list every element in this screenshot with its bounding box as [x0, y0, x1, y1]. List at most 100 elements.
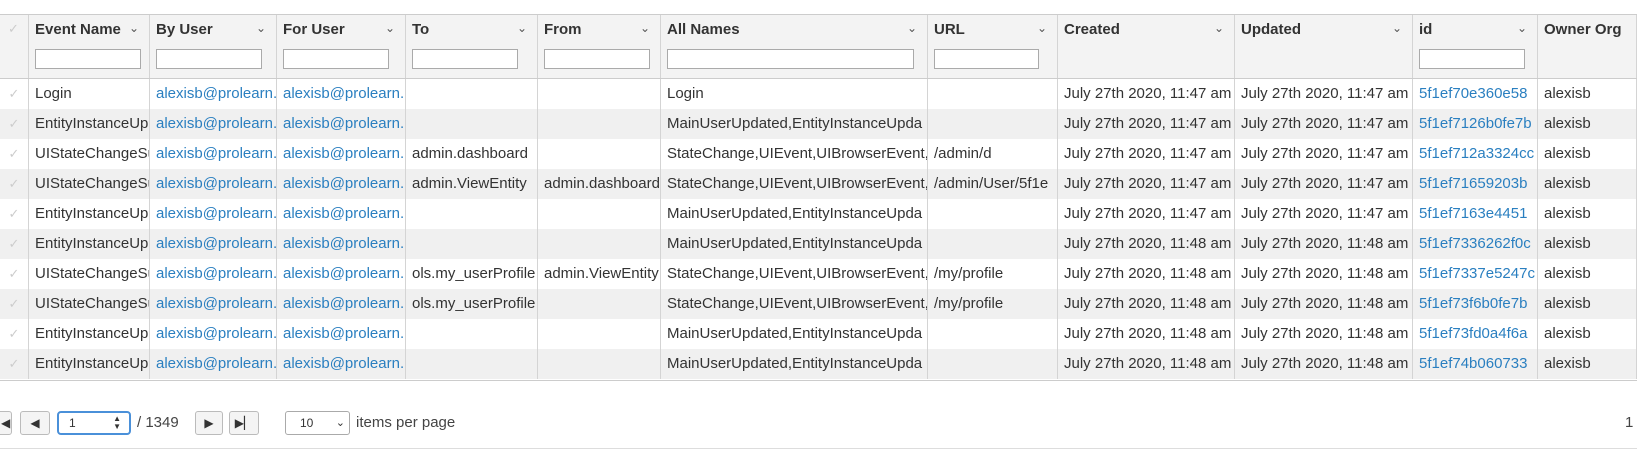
column-header-url[interactable]: URL ⌄ — [928, 15, 1058, 78]
table-cell-id[interactable]: 5f1ef712a3324cc — [1413, 139, 1538, 169]
row-check-icon[interactable]: ✓ — [0, 139, 29, 169]
table-cell-for-user[interactable]: alexisb@prolearn. — [277, 199, 406, 229]
table-cell-by-user[interactable]: alexisb@prolearn. — [150, 109, 277, 139]
column-filter-input[interactable] — [1419, 49, 1525, 69]
table-cell-id[interactable]: 5f1ef70e360e58 — [1413, 79, 1538, 109]
chevron-down-icon[interactable]: ⌄ — [385, 21, 395, 35]
column-header-by-user[interactable]: By User ⌄ — [150, 15, 277, 78]
row-check-icon[interactable]: ✓ — [0, 169, 29, 199]
table-cell-all-names: Login — [661, 79, 928, 109]
table-cell-created: July 27th 2020, 11:48 am — [1058, 259, 1235, 289]
column-header-from[interactable]: From ⌄ — [538, 15, 661, 78]
table-cell-by-user[interactable]: alexisb@prolearn. — [150, 289, 277, 319]
last-page-button[interactable]: ▶▏ — [229, 411, 259, 435]
table-cell-id[interactable]: 5f1ef73f6b0fe7b — [1413, 289, 1538, 319]
column-filter-input[interactable] — [35, 49, 141, 69]
row-check-icon[interactable]: ✓ — [0, 109, 29, 139]
column-filter-input[interactable] — [156, 49, 262, 69]
table-cell-for-user[interactable]: alexisb@prolearn. — [277, 229, 406, 259]
table-cell-updated: July 27th 2020, 11:48 am — [1235, 259, 1413, 289]
table-cell-id[interactable]: 5f1ef71659203b — [1413, 169, 1538, 199]
table-cell-id[interactable]: 5f1ef7163e4451 — [1413, 199, 1538, 229]
column-filter-input[interactable] — [934, 49, 1039, 69]
table-cell-id[interactable]: 5f1ef7126b0fe7b — [1413, 109, 1538, 139]
table-cell-for-user[interactable]: alexisb@prolearn. — [277, 319, 406, 349]
table-cell-id[interactable]: 5f1ef73fd0a4f6a — [1413, 319, 1538, 349]
column-header-for-user[interactable]: For User ⌄ — [277, 15, 406, 78]
table-row[interactable]: ✓ UIStateChangeSu alexisb@prolearn. alexisb… — [0, 289, 1637, 319]
table-cell-by-user[interactable]: alexisb@prolearn. — [150, 79, 277, 109]
page-number-input[interactable]: 1 ▲ ▼ — [57, 411, 131, 435]
next-page-button[interactable]: ▶ — [195, 411, 223, 435]
column-header-to[interactable]: To ⌄ — [406, 15, 538, 78]
chevron-down-icon[interactable]: ⌄ — [1392, 21, 1402, 35]
row-check-icon[interactable]: ✓ — [0, 349, 29, 379]
table-cell-by-user[interactable]: alexisb@prolearn. — [150, 349, 277, 379]
table-cell-from — [538, 319, 661, 349]
table-cell-for-user[interactable]: alexisb@prolearn. — [277, 259, 406, 289]
chevron-down-icon[interactable]: ⌄ — [129, 21, 139, 35]
check-icon: ✓ — [8, 21, 19, 36]
table-cell-by-user[interactable]: alexisb@prolearn. — [150, 259, 277, 289]
table-cell-event-name: EntityInstanceUpc — [29, 109, 150, 139]
column-header-event-name[interactable]: Event Name ⌄ — [29, 15, 150, 78]
column-filter-input[interactable] — [283, 49, 389, 69]
table-cell-event-name: EntityInstanceUpc — [29, 229, 150, 259]
chevron-down-icon[interactable]: ⌄ — [1517, 21, 1527, 35]
table-cell-id[interactable]: 5f1ef7336262f0c — [1413, 229, 1538, 259]
row-check-icon[interactable]: ✓ — [0, 199, 29, 229]
chevron-down-icon[interactable]: ⌄ — [517, 21, 527, 35]
table-cell-for-user[interactable]: alexisb@prolearn. — [277, 169, 406, 199]
table-cell-by-user[interactable]: alexisb@prolearn. — [150, 199, 277, 229]
table-row[interactable]: ✓ EntityInstanceUpc alexisb@prolearn. alexi… — [0, 229, 1637, 259]
chevron-down-icon[interactable]: ⌄ — [640, 21, 650, 35]
row-check-icon[interactable]: ✓ — [0, 229, 29, 259]
table-cell-for-user[interactable]: alexisb@prolearn. — [277, 289, 406, 319]
row-check-icon[interactable]: ✓ — [0, 79, 29, 109]
column-filter-input[interactable] — [412, 49, 518, 69]
column-header-owner-org[interactable]: Owner Org — [1538, 15, 1637, 78]
column-header-updated[interactable]: Updated ⌄ — [1235, 15, 1413, 78]
spinner-icon[interactable]: ▲ ▼ — [113, 415, 121, 431]
prev-page-button[interactable]: ◀ — [20, 411, 50, 435]
table-cell-by-user[interactable]: alexisb@prolearn. — [150, 139, 277, 169]
table-cell-for-user[interactable]: alexisb@prolearn. — [277, 139, 406, 169]
table-cell-by-user[interactable]: alexisb@prolearn. — [150, 319, 277, 349]
row-check-icon[interactable]: ✓ — [0, 319, 29, 349]
table-cell-for-user[interactable]: alexisb@prolearn. — [277, 109, 406, 139]
table-row[interactable]: ✓ EntityInstanceUpc alexisb@prolearn. alexi… — [0, 319, 1637, 349]
table-row[interactable]: ✓ EntityInstanceUpc alexisb@prolearn. alexi… — [0, 349, 1637, 379]
column-header-all-names[interactable]: All Names ⌄ — [661, 15, 928, 78]
column-header-label: From — [544, 21, 582, 38]
table-row[interactable]: ✓ UIStateChangeSu alexisb@prolearn. alexisb… — [0, 259, 1637, 289]
chevron-down-icon[interactable]: ⌄ — [256, 21, 266, 35]
first-page-button[interactable]: ▏◀ — [0, 411, 12, 435]
column-header-id[interactable]: id ⌄ — [1413, 15, 1538, 78]
table-cell-for-user[interactable]: alexisb@prolearn. — [277, 349, 406, 379]
column-filter-input[interactable] — [544, 49, 650, 69]
per-page-select[interactable]: 10 ⌄ — [285, 411, 350, 435]
row-check-icon[interactable]: ✓ — [0, 289, 29, 319]
table-cell-url — [928, 349, 1058, 379]
row-check-icon[interactable]: ✓ — [0, 259, 29, 289]
table-row[interactable]: ✓ EntityInstanceUpc alexisb@prolearn. alexi… — [0, 199, 1637, 229]
column-filter-input[interactable] — [667, 49, 914, 69]
table-row[interactable]: ✓ UIStateChangeSu alexisb@prolearn. alexisb… — [0, 169, 1637, 199]
chevron-down-icon[interactable]: ⌄ — [907, 21, 917, 35]
table-cell-from: admin.ViewEntity — [538, 259, 661, 289]
table-row[interactable]: ✓ UIStateChangeSu alexisb@prolearn. alexisb… — [0, 139, 1637, 169]
table-cell-id[interactable]: 5f1ef74b060733 — [1413, 349, 1538, 379]
table-cell-for-user[interactable]: alexisb@prolearn. — [277, 79, 406, 109]
page-total: / 1349 — [137, 414, 179, 431]
table-cell-owner-org: alexisb — [1538, 79, 1637, 109]
chevron-down-icon[interactable]: ⌄ — [1214, 21, 1224, 35]
table-cell-by-user[interactable]: alexisb@prolearn. — [150, 229, 277, 259]
table-row[interactable]: ✓ Login alexisb@prolearn. alexisb@prolearn.… — [0, 79, 1637, 109]
table-cell-by-user[interactable]: alexisb@prolearn. — [150, 169, 277, 199]
table-cell-from — [538, 199, 661, 229]
column-header-created[interactable]: Created ⌄ — [1058, 15, 1235, 78]
chevron-down-icon[interactable]: ⌄ — [1037, 21, 1047, 35]
table-row[interactable]: ✓ EntityInstanceUpc alexisb@prolearn. alexi… — [0, 109, 1637, 139]
table-cell-id[interactable]: 5f1ef7337e5247c — [1413, 259, 1538, 289]
select-all-checkbox[interactable]: ✓ — [0, 15, 29, 78]
